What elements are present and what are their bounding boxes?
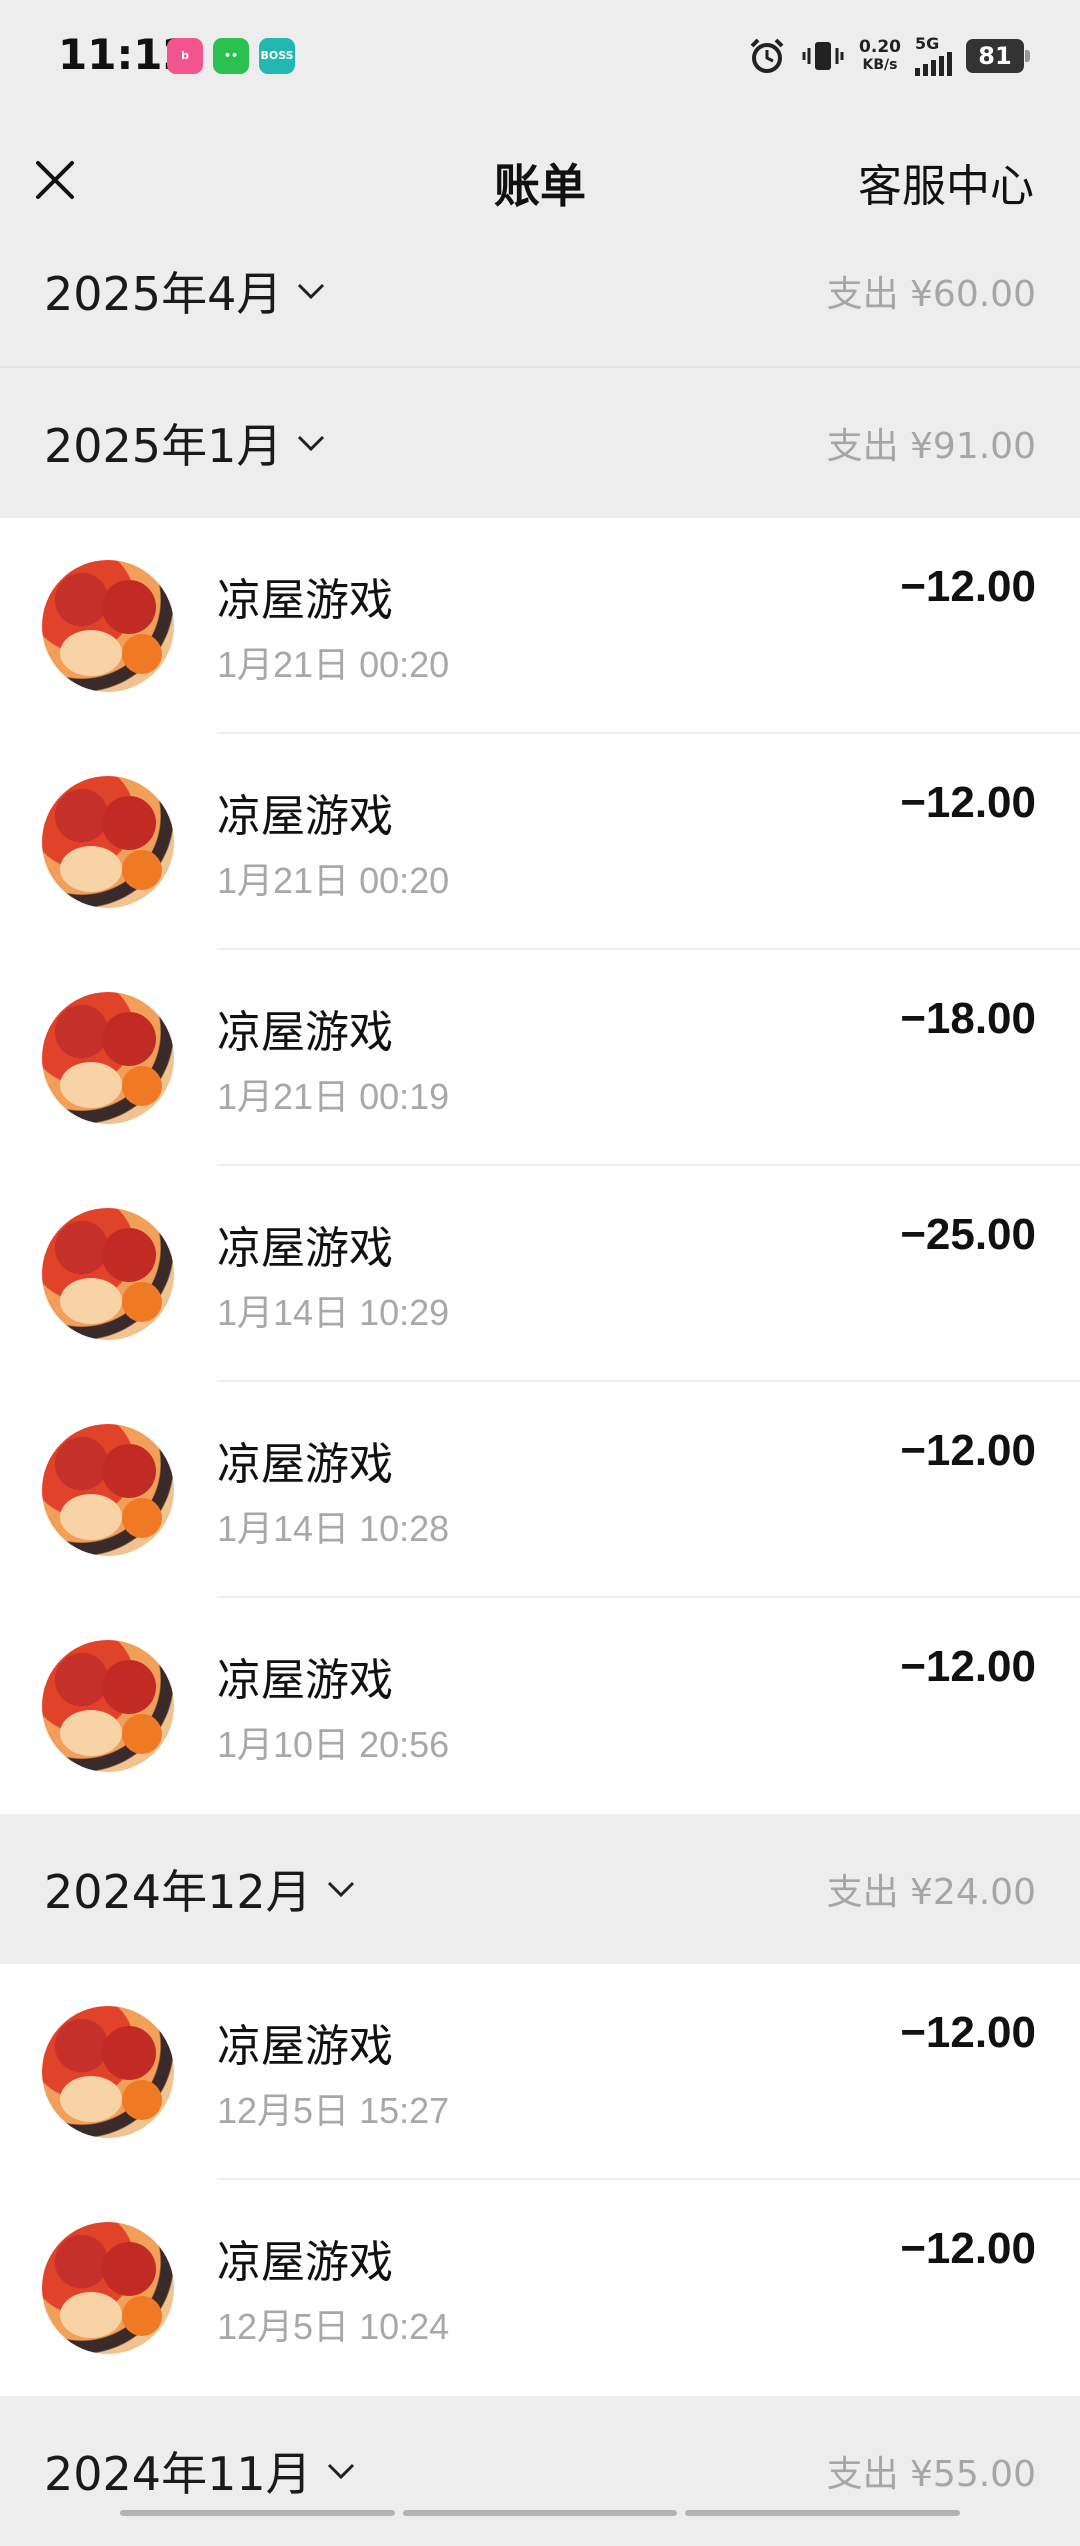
chevron-down-icon — [327, 1881, 354, 1898]
month-label: 2024年11月 — [44, 2447, 312, 2501]
month-label: 2025年4月 — [44, 267, 283, 321]
list-item[interactable]: 凉屋游戏 12月5日 10:24 −12.00 — [0, 2180, 1080, 2396]
month-total: 支出 ¥60.00 — [826, 274, 1036, 315]
month-label: 2025年1月 — [44, 419, 283, 473]
merchant-avatar — [42, 1640, 174, 1772]
transaction-amount: −18.00 — [900, 994, 1036, 1043]
merchant-name: 凉屋游戏 — [217, 1223, 393, 1274]
signal-bars-icon — [915, 52, 952, 76]
signal-indicator: 5G — [915, 36, 952, 76]
month-header[interactable]: 2025年1月 支出 ¥91.00 — [0, 368, 1080, 518]
merchant-avatar — [42, 560, 174, 692]
merchant-avatar — [42, 1424, 174, 1556]
list-item[interactable]: 凉屋游戏 1月21日 00:20 −12.00 — [0, 734, 1080, 950]
alarm-icon — [750, 38, 784, 73]
transaction-amount: −12.00 — [900, 562, 1036, 611]
merchant-avatar — [42, 2006, 174, 2138]
transaction-amount: −12.00 — [900, 2008, 1036, 2057]
merchant-name: 凉屋游戏 — [217, 1655, 393, 1706]
merchant-name: 凉屋游戏 — [217, 575, 393, 626]
vibrate-icon — [802, 42, 844, 70]
transaction-amount: −12.00 — [900, 1642, 1036, 1691]
transaction-amount: −25.00 — [900, 1210, 1036, 1259]
chevron-down-icon — [327, 2463, 354, 2480]
transaction-time: 1月14日 10:29 — [217, 1292, 450, 1333]
merchant-name: 凉屋游戏 — [217, 2237, 393, 2288]
month-total: 支出 ¥91.00 — [826, 426, 1036, 467]
transaction-amount: −12.00 — [900, 778, 1036, 827]
list-item[interactable]: 凉屋游戏 1月21日 00:19 −18.00 — [0, 950, 1080, 1166]
merchant-name: 凉屋游戏 — [217, 1439, 393, 1490]
transaction-time: 12月5日 10:24 — [217, 2306, 450, 2347]
status-bar: 11:12 b •• BOSS 0.20 KB/s 5G 81 — [0, 0, 1080, 115]
merchant-name: 凉屋游戏 — [217, 1007, 393, 1058]
transaction-amount: −12.00 — [900, 1426, 1036, 1475]
transaction-time: 1月10日 20:56 — [217, 1724, 450, 1765]
transaction-time: 1月21日 00:20 — [217, 644, 450, 685]
month-header[interactable]: 2025年4月 支出 ¥60.00 — [0, 216, 1080, 366]
network-speed-value: 0.20 — [859, 37, 901, 57]
month-selector[interactable]: 2024年12月 — [44, 1856, 356, 1922]
list-item[interactable]: 凉屋游戏 1月21日 00:20 −12.00 — [0, 518, 1080, 734]
transaction-time: 1月21日 00:20 — [217, 860, 450, 901]
network-speed-unit: KB/s — [862, 57, 898, 73]
signal-label: 5G — [915, 34, 940, 53]
customer-service-link[interactable]: 客服中心 — [858, 150, 1034, 214]
merchant-name: 凉屋游戏 — [217, 791, 393, 842]
chevron-down-icon — [298, 435, 325, 452]
month-selector[interactable]: 2024年11月 — [44, 2438, 356, 2504]
month-header[interactable]: 2024年11月 支出 ¥55.00 — [0, 2396, 1080, 2546]
transaction-time: 1月14日 10:28 — [217, 1508, 450, 1549]
merchant-name: 凉屋游戏 — [217, 2021, 393, 2072]
transaction-time: 12月5日 15:27 — [217, 2090, 450, 2131]
month-total: 支出 ¥24.00 — [826, 1872, 1036, 1913]
merchant-avatar — [42, 992, 174, 1124]
merchant-avatar — [42, 1208, 174, 1340]
network-speed: 0.20 KB/s — [859, 38, 901, 74]
month-header[interactable]: 2024年12月 支出 ¥24.00 — [0, 1814, 1080, 1964]
month-label: 2024年12月 — [44, 1865, 312, 1919]
boss-app-icon: BOSS — [259, 38, 295, 74]
list-item[interactable]: 凉屋游戏 1月14日 10:29 −25.00 — [0, 1166, 1080, 1382]
merchant-avatar — [42, 2222, 174, 2354]
gesture-bar — [120, 2510, 961, 2516]
wechat-icon: •• — [213, 38, 249, 74]
month-total: 支出 ¥55.00 — [826, 2454, 1036, 2495]
transaction-time: 1月21日 00:19 — [217, 1076, 450, 1117]
month-selector[interactable]: 2025年4月 — [44, 258, 326, 324]
month-selector[interactable]: 2025年1月 — [44, 410, 326, 476]
status-indicators: 0.20 KB/s 5G 81 — [747, 34, 1030, 78]
list-item[interactable]: 凉屋游戏 1月14日 10:28 −12.00 — [0, 1382, 1080, 1598]
merchant-avatar — [42, 776, 174, 908]
transaction-list: 凉屋游戏 12月5日 15:27 −12.00 凉屋游戏 12月5日 10:24… — [0, 1964, 1080, 2396]
list-item[interactable]: 凉屋游戏 1月10日 20:56 −12.00 — [0, 1598, 1080, 1814]
list-item[interactable]: 凉屋游戏 12月5日 15:27 −12.00 — [0, 1964, 1080, 2180]
chevron-down-icon — [298, 283, 325, 300]
transaction-amount: −12.00 — [900, 2224, 1036, 2273]
bilibili-icon: b — [167, 38, 203, 74]
battery-indicator: 81 — [966, 39, 1030, 73]
transaction-list: 凉屋游戏 1月21日 00:20 −12.00 凉屋游戏 1月21日 00:20… — [0, 518, 1080, 1814]
